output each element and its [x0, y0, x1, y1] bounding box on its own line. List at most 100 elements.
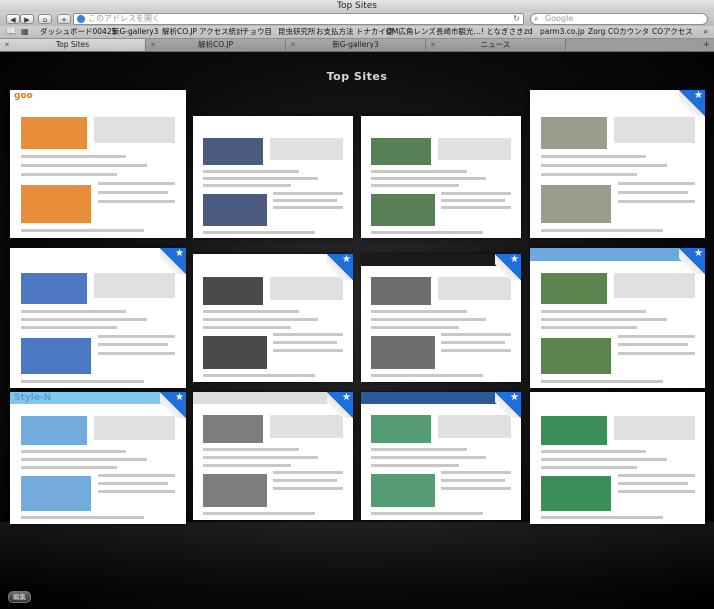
thumbnail-content-block — [94, 116, 176, 144]
pin-corner[interactable]: ★ — [160, 248, 186, 274]
pin-corner[interactable]: ★ — [679, 90, 705, 116]
thumbnail-content-block — [20, 309, 127, 313]
top-site-thumbnail[interactable]: ★ — [530, 248, 705, 388]
bookmark-item[interactable]: アクセス統計 — [199, 26, 244, 38]
thumbnail-content-block — [273, 206, 344, 210]
bookmark-item[interactable]: parm3.co.jp — [540, 26, 585, 38]
pin-corner[interactable]: ★ — [495, 392, 521, 418]
close-icon[interactable]: ✕ — [150, 39, 156, 51]
pin-corner[interactable]: ★ — [679, 248, 705, 274]
tab-bar: ✕ Top Sites ✕ 解析CO.JP ✕ 新G-gallery3 ✕ ニュ… — [0, 39, 714, 52]
thumbnail-content-block — [20, 164, 148, 167]
tab-label: 新G-gallery3 — [332, 40, 379, 49]
tab-top-sites[interactable]: ✕ Top Sites — [0, 39, 146, 51]
tab-g-gallery[interactable]: ✕ 新G-gallery3 — [286, 39, 426, 51]
top-site-thumbnail[interactable]: ★ — [193, 254, 353, 382]
thumbnail-content-block — [617, 351, 695, 355]
bookmarks-bar: 📖 ▦ ダッシュボード00425 新G-gallery3 解析CO.JP アクセ… — [0, 26, 714, 39]
top-site-thumbnail[interactable] — [193, 116, 353, 238]
home-button[interactable]: ⌂ — [38, 14, 52, 24]
thumbnail-content-block — [614, 415, 695, 440]
thumbnail-content-block — [617, 481, 688, 485]
thumbnail-content-block — [20, 184, 91, 224]
tab-kaiseki[interactable]: ✕ 解析CO.JP — [146, 39, 286, 51]
thumbnail-content-block — [20, 172, 118, 176]
grid-icon[interactable]: ▦ — [21, 27, 29, 37]
top-site-thumbnail[interactable]: ★ — [530, 90, 705, 238]
new-tab-button[interactable]: + — [702, 39, 710, 51]
star-icon: ★ — [510, 254, 519, 265]
back-button[interactable]: ◀ — [6, 14, 20, 24]
bookmark-item[interactable]: 昆虫研究所 — [278, 26, 316, 38]
bookmark-item[interactable]: COカウンタ — [608, 26, 649, 38]
top-site-thumbnail[interactable] — [530, 392, 705, 524]
bookmark-item[interactable]: OM広角レンズ — [386, 26, 436, 38]
star-icon: ★ — [510, 392, 519, 403]
plus-icon: + — [61, 16, 67, 24]
top-site-thumbnail[interactable]: ★ — [361, 254, 521, 382]
thumbnail-content-block — [20, 337, 91, 374]
thumbnail-content-block — [202, 277, 264, 306]
thumbnail-content-block — [540, 450, 646, 454]
thumbnail-content-block — [441, 486, 512, 490]
thumbnail-content-block — [202, 137, 264, 165]
bookmark-item[interactable]: チョウ目 — [242, 26, 272, 38]
top-site-thumbnail[interactable]: ★ — [361, 392, 521, 520]
bookmark-item[interactable]: 解析CO.JP — [162, 26, 197, 38]
bookmark-item[interactable]: Zorg — [588, 26, 605, 38]
edit-button[interactable]: 編集 — [8, 591, 31, 603]
top-site-thumbnail[interactable]: ★ — [10, 248, 186, 388]
reload-icon[interactable]: ↻ — [513, 14, 520, 24]
thumbnail-content-block — [98, 343, 169, 347]
bookmark-item[interactable]: ダッシュボード00425 — [40, 26, 116, 38]
thumbnail-header: goo — [10, 90, 186, 104]
top-sites-view: Top Sites goo ★ ★ ★ ★ ★ Style-N ★ ★ ★ 編集 — [0, 52, 714, 609]
bookmark-item[interactable]: zd — [524, 26, 533, 38]
thumbnail-content-block — [273, 191, 344, 195]
top-site-thumbnail[interactable] — [361, 116, 521, 238]
thumbnail-content-block — [370, 194, 435, 226]
bookmark-item[interactable]: お支払方法 トナカイ便 — [316, 26, 393, 38]
search-field[interactable]: ⌕ Google — [530, 13, 708, 25]
thumbnail-content-block — [269, 137, 344, 160]
bookmark-item[interactable]: 新G-gallery3 — [112, 26, 158, 38]
star-icon: ★ — [342, 254, 351, 265]
thumbnail-content-block — [202, 325, 291, 329]
thumbnail-content-block — [202, 318, 318, 321]
bookmark-item[interactable]: 長崎市観光…! となぎさき — [436, 26, 524, 38]
thumbnail-content-block — [370, 374, 483, 378]
thumbnail-header — [193, 116, 353, 127]
thumbnail-content-block — [20, 318, 148, 321]
thumbnail-content-block — [20, 465, 118, 469]
thumbnail-content-block — [370, 325, 459, 329]
forward-button[interactable]: ▶ — [20, 14, 34, 24]
close-icon[interactable]: ✕ — [290, 39, 296, 51]
forward-icon: ▶ — [24, 16, 30, 24]
thumbnail-content-block — [370, 277, 432, 306]
tab-news[interactable]: ✕ ニュース — [426, 39, 566, 51]
thumbnail-content-block — [20, 273, 88, 304]
top-site-thumbnail[interactable]: goo — [10, 90, 186, 238]
top-site-thumbnail[interactable]: ★ — [193, 392, 353, 520]
pin-corner[interactable]: ★ — [160, 392, 186, 418]
thumbnail-content-block — [202, 448, 299, 452]
top-site-thumbnail[interactable]: Style-N ★ — [10, 392, 186, 524]
thumbnail-content-block — [617, 343, 688, 347]
close-icon[interactable]: ✕ — [430, 39, 436, 51]
more-bookmarks-icon[interactable]: » — [703, 26, 708, 38]
close-icon[interactable]: ✕ — [4, 39, 10, 51]
thumbnail-content-block — [540, 273, 607, 304]
back-icon: ◀ — [10, 16, 16, 24]
thumbnail-content-block — [20, 379, 144, 383]
thumbnail-content-block — [370, 177, 486, 180]
bookmark-item[interactable]: COアクセス — [652, 26, 693, 38]
book-icon[interactable]: 📖 — [6, 27, 16, 37]
pin-corner[interactable]: ★ — [327, 392, 353, 418]
add-bookmark-button[interactable]: + — [57, 14, 71, 24]
thumbnail-content-block — [202, 415, 264, 444]
thumbnail-content-block — [273, 198, 337, 202]
pin-corner[interactable]: ★ — [327, 254, 353, 280]
address-field[interactable]: このアドレスを開く ↻ — [73, 13, 524, 25]
pin-corner[interactable]: ★ — [495, 254, 521, 280]
thumbnail-content-block — [20, 326, 118, 330]
